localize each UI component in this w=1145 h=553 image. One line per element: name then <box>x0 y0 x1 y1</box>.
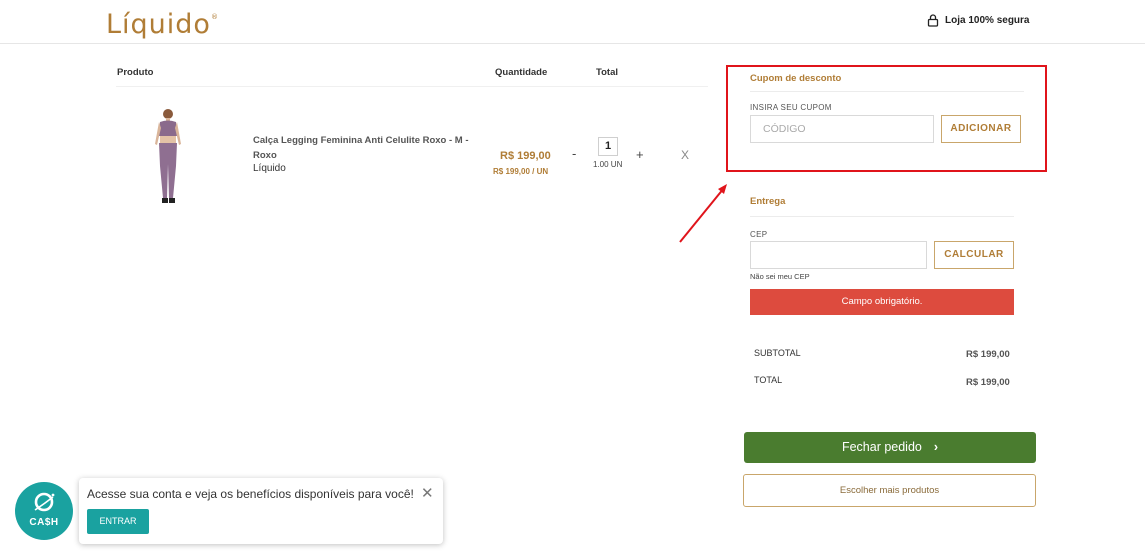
column-header-quantity: Quantidade <box>495 67 548 78</box>
item-price: R$ 199,00 <box>500 150 551 162</box>
coupon-divider <box>750 91 1024 92</box>
cashback-message: Acesse sua conta e veja os benefícios di… <box>87 487 414 501</box>
secure-store-label: Loja 100% segura <box>945 15 1030 26</box>
cep-input[interactable] <box>750 241 927 269</box>
header: Líquido® Loja 100% segura <box>0 0 1145 44</box>
coupon-label: INSIRA SEU CUPOM <box>750 103 832 112</box>
checkout-label: Fechar pedido <box>841 440 922 454</box>
subtotal-label: SUBTOTAL <box>754 348 801 358</box>
lock-icon <box>927 14 939 27</box>
coupon-title: Cupom de desconto <box>750 73 842 84</box>
cashback-toast: Acesse sua conta e veja os benefícios di… <box>79 478 443 544</box>
secure-store-badge: Loja 100% segura <box>927 14 1029 27</box>
coupon-input[interactable]: CÓDIGO <box>750 115 934 143</box>
delivery-title: Entrega <box>750 196 786 207</box>
product-image[interactable] <box>148 106 188 208</box>
product-brand: Líquido <box>253 163 286 174</box>
add-coupon-button[interactable]: ADICIONAR <box>941 115 1021 143</box>
unknown-cep-link[interactable]: Não sei meu CEP <box>750 272 810 281</box>
chevron-right-icon: › <box>933 440 939 454</box>
cashback-badge[interactable]: CA$H <box>15 482 73 540</box>
column-header-product: Produto <box>117 67 154 78</box>
continue-shopping-button[interactable]: Escolher mais produtos <box>743 474 1036 507</box>
remove-item-button[interactable]: X <box>681 148 689 162</box>
delivery-divider <box>750 216 1014 217</box>
increase-quantity-button[interactable]: + <box>636 147 644 162</box>
quantity-unit: 1.00 UN <box>593 160 623 169</box>
cashback-badge-text: CA$H <box>29 517 59 528</box>
total-value: R$ 199,00 <box>966 377 1010 388</box>
store-logo[interactable]: Líquido® <box>106 9 219 40</box>
table-divider <box>116 86 708 87</box>
product-name[interactable]: Calça Legging Feminina Anti Celulite Rox… <box>253 133 481 163</box>
login-button[interactable]: ENTRAR <box>87 509 149 534</box>
column-header-total: Total <box>596 67 618 78</box>
close-icon[interactable]: ✕ <box>421 484 434 502</box>
quantity-input[interactable]: 1 <box>598 137 618 156</box>
checkout-button[interactable]: Fechar pedido › <box>744 432 1036 463</box>
cep-error-message: Campo obrigatório. <box>750 289 1014 315</box>
decrease-quantity-button[interactable]: - <box>572 146 576 161</box>
cashback-globe-icon <box>34 492 55 512</box>
cep-label: CEP <box>750 230 768 239</box>
calculate-shipping-button[interactable]: CALCULAR <box>934 241 1014 269</box>
item-unit-price: R$ 199,00 / UN <box>493 167 549 176</box>
total-label: TOTAL <box>754 375 783 385</box>
annotation-arrow-icon <box>679 184 727 243</box>
subtotal-value: R$ 199,00 <box>966 349 1010 360</box>
